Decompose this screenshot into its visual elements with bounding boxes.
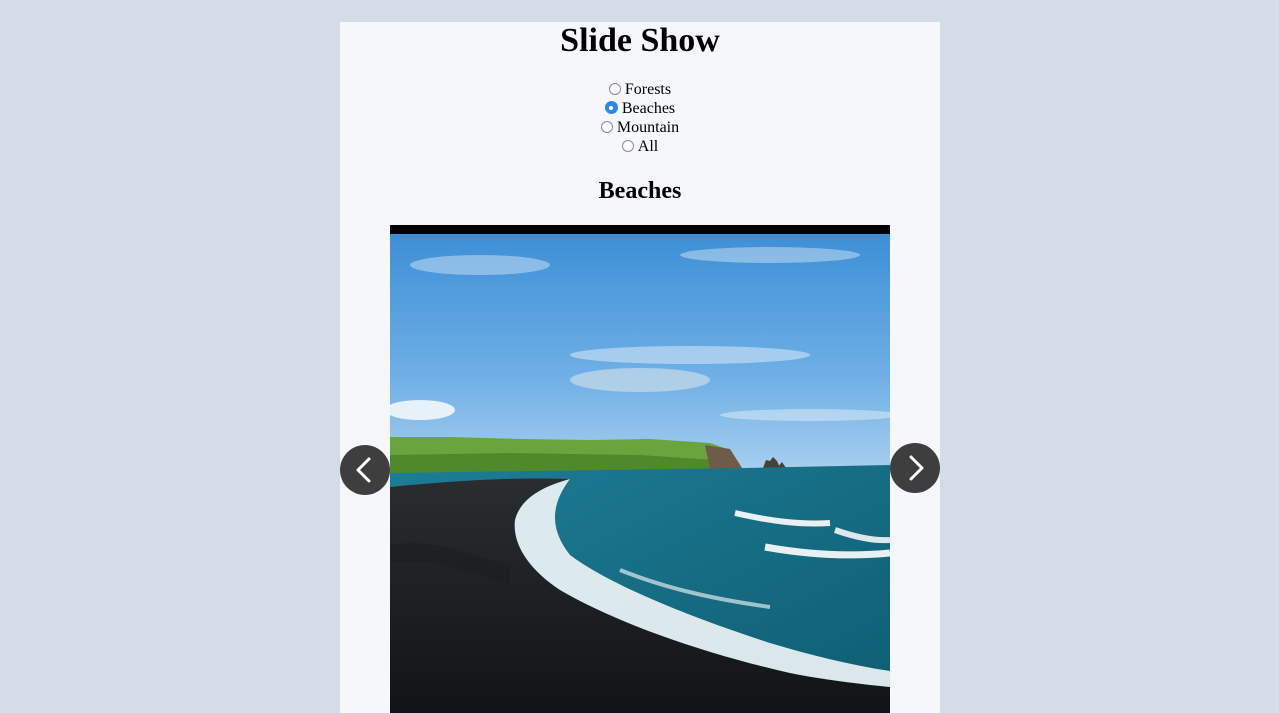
radio-option-all[interactable]: All [340, 137, 940, 156]
slideshow-panel: Slide Show Forests Beaches Mountain All … [340, 22, 940, 713]
slide-heading: Beaches [598, 178, 682, 204]
radio-label-beaches: Beaches [621, 100, 676, 117]
page-title: Slide Show [560, 22, 720, 59]
radio-option-beaches[interactable]: Beaches [340, 99, 940, 118]
radio-label-forests: Forests [624, 81, 672, 98]
previous-slide-button[interactable] [340, 445, 390, 495]
radio-label-all: All [637, 138, 659, 155]
slide-image [390, 225, 890, 713]
radio-option-forests[interactable]: Forests [340, 80, 940, 99]
radio-all[interactable] [621, 140, 634, 152]
radio-option-mountain[interactable]: Mountain [340, 118, 940, 137]
beach-photo [390, 225, 890, 713]
chevron-left-icon [356, 457, 371, 483]
radio-forests[interactable] [608, 83, 621, 95]
category-radio-group: Forests Beaches Mountain All [340, 80, 940, 156]
radio-beaches[interactable] [604, 101, 618, 114]
next-slide-button[interactable] [890, 443, 940, 493]
radio-mountain[interactable] [600, 121, 613, 133]
radio-label-mountain: Mountain [616, 119, 680, 136]
chevron-right-icon [909, 455, 924, 481]
